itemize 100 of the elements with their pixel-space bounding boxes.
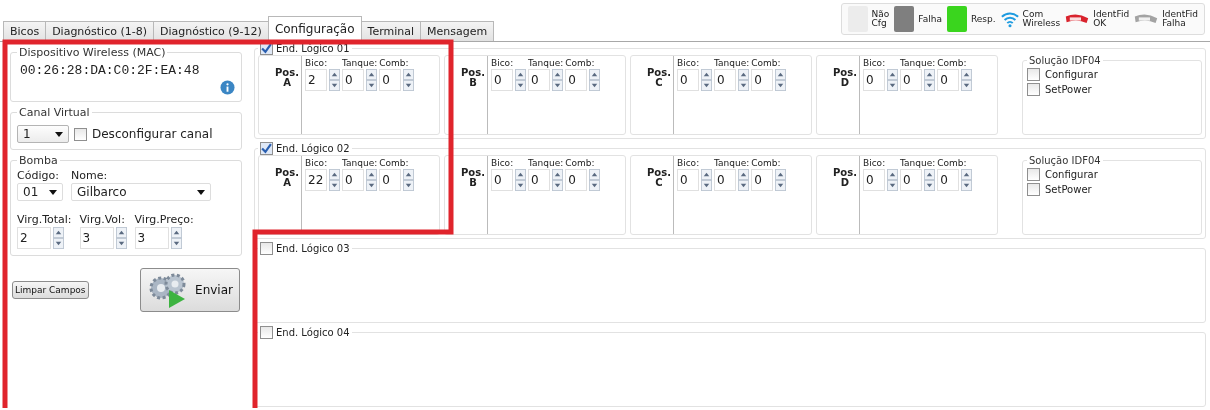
tab[interactable]: Diagnóstico (1-8): [45, 21, 154, 41]
position-label: Pos.: [833, 68, 857, 78]
position-label: Pos.: [461, 168, 485, 178]
tab[interactable]: Mensagem: [420, 21, 495, 41]
number-field[interactable]: 0: [565, 169, 588, 191]
number-field[interactable]: 22: [305, 169, 327, 191]
checkbox[interactable]: [1027, 68, 1040, 81]
number-field[interactable]: 0: [937, 69, 960, 91]
spinner-arrows-icon[interactable]: [738, 69, 749, 91]
legend-label: IdentFid OK: [1093, 10, 1130, 28]
number-field[interactable]: 3: [134, 227, 169, 249]
number-field[interactable]: 0: [528, 69, 550, 91]
spinner-arrows-icon[interactable]: [329, 69, 340, 91]
position-label: Pos.: [275, 168, 299, 178]
spinner-arrows-icon[interactable]: [738, 169, 749, 191]
number-field[interactable]: 0: [491, 169, 513, 191]
code-dropdown[interactable]: 01: [17, 183, 63, 201]
field-label: Bico:: [491, 58, 515, 68]
position-label: Pos.: [461, 68, 485, 78]
number-field[interactable]: 0: [900, 169, 922, 191]
channel-dropdown[interactable]: 1: [17, 125, 69, 143]
checkbox-label: Configurar: [1045, 69, 1098, 80]
number-field[interactable]: 0: [379, 69, 402, 91]
checkbox[interactable]: [1027, 83, 1040, 96]
number-field[interactable]: 2: [17, 227, 51, 249]
field-label: Comb:: [937, 158, 968, 168]
number-field[interactable]: 0: [528, 169, 550, 191]
spinner-arrows-icon[interactable]: [552, 169, 563, 191]
number-field[interactable]: 0: [937, 169, 960, 191]
field-label: Tanque:: [342, 158, 378, 168]
number-field[interactable]: 0: [342, 69, 364, 91]
checkbox[interactable]: [260, 142, 273, 155]
checkbox-label: End. Lógico 02: [276, 143, 350, 154]
spinner-arrows-icon[interactable]: [170, 227, 182, 249]
number-field[interactable]: 0: [863, 169, 885, 191]
spinner-arrows-icon[interactable]: [775, 169, 787, 191]
spinner-arrows-icon[interactable]: [924, 169, 935, 191]
checkbox[interactable]: [260, 326, 273, 339]
spinner-arrows-icon[interactable]: [961, 69, 973, 91]
spinner-arrows-icon[interactable]: [961, 169, 973, 191]
spinner-arrows-icon[interactable]: [515, 69, 526, 91]
tab[interactable]: Bicos: [3, 21, 47, 41]
legend-label: Falha: [918, 14, 942, 24]
position-letter: D: [840, 178, 850, 188]
spinner-arrows-icon[interactable]: [775, 69, 787, 91]
number-field[interactable]: 0: [751, 169, 774, 191]
spinner-arrows-icon[interactable]: [403, 69, 415, 91]
number-field[interactable]: 0: [379, 169, 402, 191]
position-label: Pos.: [833, 168, 857, 178]
checkbox[interactable]: [1027, 168, 1040, 181]
spinner-arrows-icon[interactable]: [403, 169, 415, 191]
number-field[interactable]: 0: [677, 169, 699, 191]
spinner-arrows-icon[interactable]: [701, 169, 712, 191]
checkbox-label: End. Lógico 04: [276, 327, 350, 338]
spinner-arrows-icon[interactable]: [366, 169, 377, 191]
number-field[interactable]: 0: [900, 69, 922, 91]
checkbox[interactable]: [74, 127, 87, 141]
tab[interactable]: Diagnóstico (9-12): [153, 21, 269, 41]
tab[interactable]: Terminal: [360, 21, 422, 41]
position-letter: C: [655, 78, 663, 88]
send-button[interactable]: Enviar: [140, 268, 240, 312]
spinner-arrows-icon[interactable]: [53, 227, 64, 249]
number-field[interactable]: 0: [565, 69, 588, 91]
position-letter: D: [840, 78, 850, 88]
number-field[interactable]: 0: [714, 169, 736, 191]
position-letter: B: [469, 178, 477, 188]
spinner-arrows-icon[interactable]: [589, 169, 601, 191]
spinner-arrows-icon[interactable]: [515, 169, 526, 191]
legend-label: Com Wireless: [1022, 10, 1061, 28]
group-title: Solução IDF04: [1028, 55, 1102, 66]
checkbox[interactable]: [1027, 183, 1040, 196]
position-letter: C: [655, 178, 663, 188]
spinner-arrows-icon[interactable]: [701, 69, 712, 91]
number-field[interactable]: 0: [714, 69, 736, 91]
spinner-arrows-icon[interactable]: [366, 69, 377, 91]
checkbox[interactable]: [260, 242, 273, 255]
number-field[interactable]: 0: [863, 69, 885, 91]
name-dropdown[interactable]: Gilbarco: [71, 183, 211, 201]
number-field[interactable]: 0: [342, 169, 364, 191]
number-field[interactable]: 0: [491, 69, 513, 91]
position-label: Pos.: [647, 68, 671, 78]
field-label: Virg.Preço:: [134, 213, 194, 226]
spinner-arrows-icon[interactable]: [115, 227, 127, 249]
field-label: Tanque:: [900, 158, 936, 168]
spinner-arrows-icon[interactable]: [924, 69, 935, 91]
spinner-arrows-icon[interactable]: [329, 169, 340, 191]
number-field[interactable]: 0: [677, 69, 699, 91]
number-field[interactable]: 3: [79, 227, 114, 249]
number-field[interactable]: 2: [305, 69, 327, 91]
info-icon[interactable]: [220, 80, 235, 95]
field-label: Tanque:: [528, 158, 564, 168]
spinner-arrows-icon[interactable]: [887, 169, 898, 191]
field-label: Comb:: [565, 158, 596, 168]
spinner-arrows-icon[interactable]: [589, 69, 601, 91]
spinner-arrows-icon[interactable]: [887, 69, 898, 91]
spinner-arrows-icon[interactable]: [552, 69, 563, 91]
field-label: Bico:: [305, 58, 329, 68]
number-field[interactable]: 0: [751, 69, 774, 91]
field-label: Comb:: [379, 58, 410, 68]
clear-fields-button[interactable]: Limpar Campos: [12, 281, 89, 299]
